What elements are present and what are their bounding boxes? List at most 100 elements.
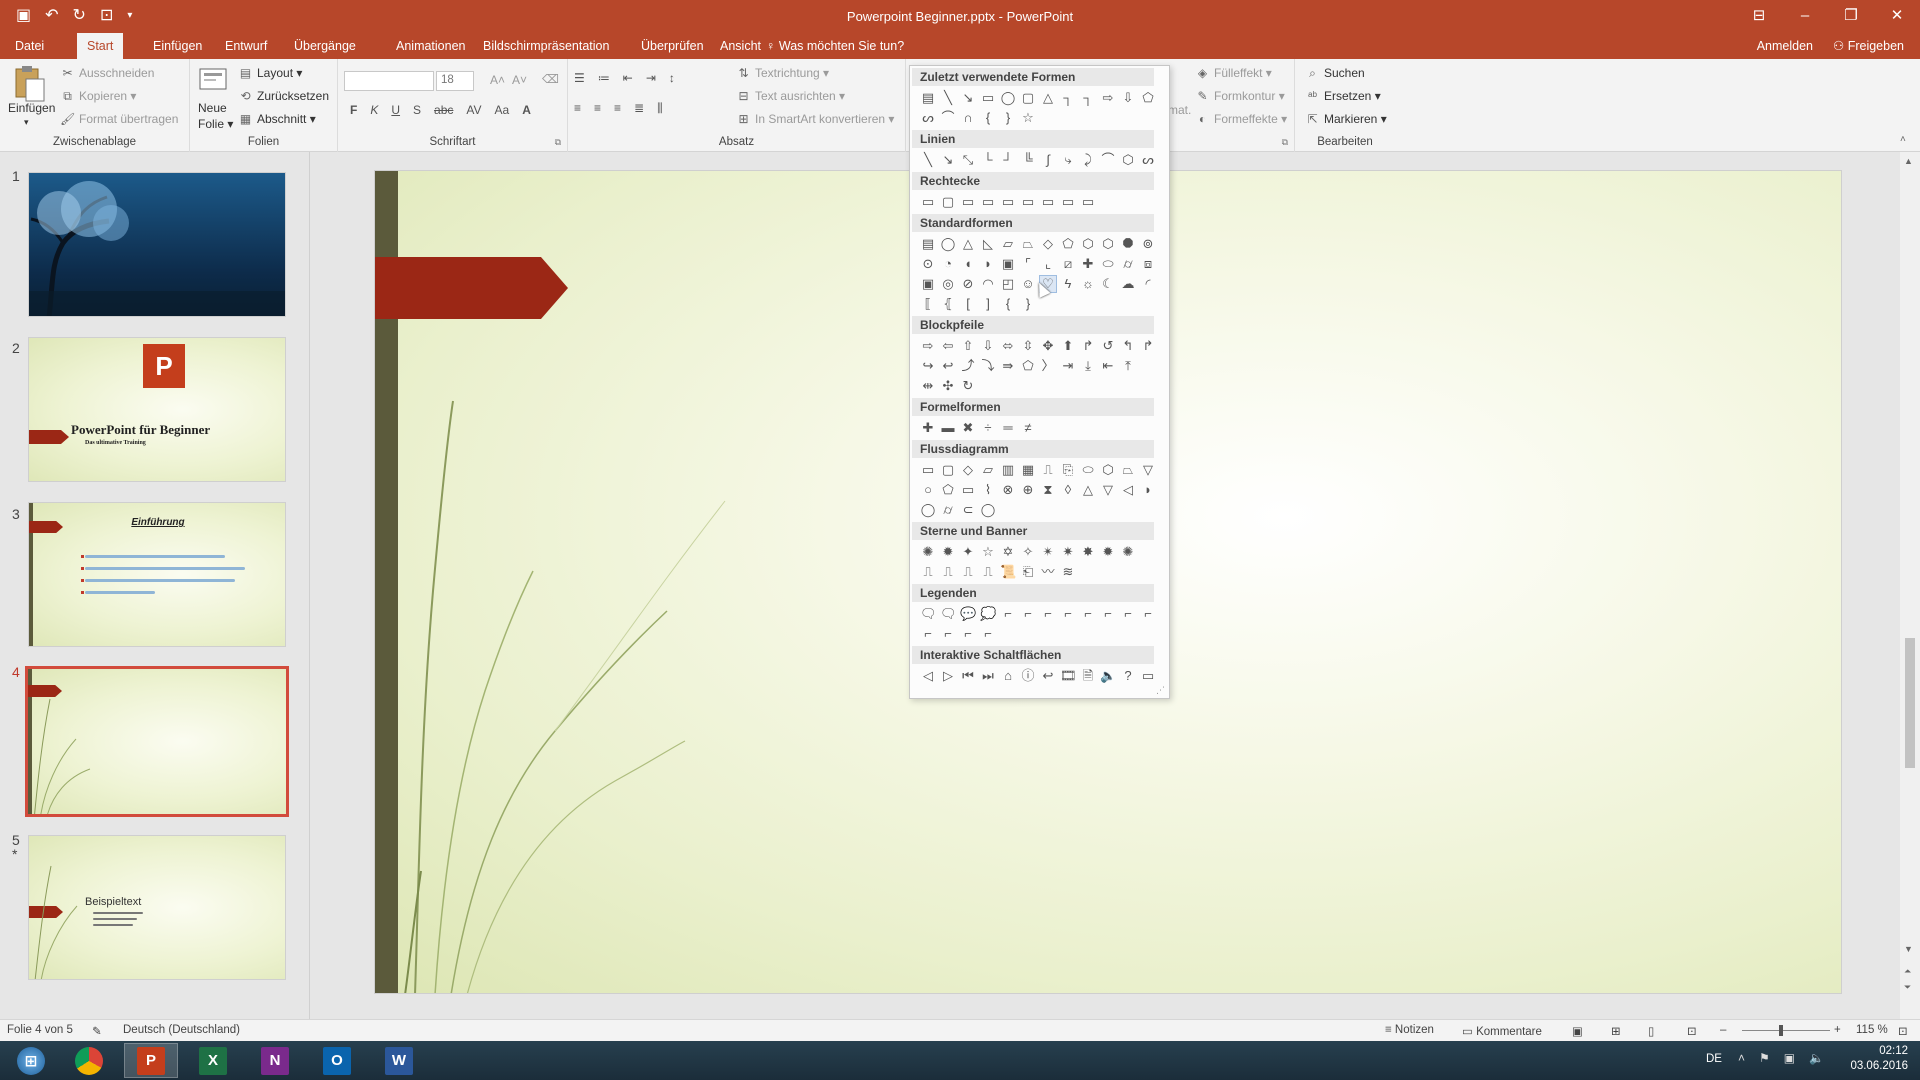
- collapse-ribbon-icon[interactable]: ˄: [1900, 134, 1906, 145]
- wave-icon[interactable]: 〰: [1040, 564, 1056, 580]
- slide-thumbnail-5[interactable]: Beispieltext: [28, 835, 286, 980]
- display-icon[interactable]: ◯: [980, 502, 996, 518]
- reset-button[interactable]: ⟲ Zurücksetzen: [238, 89, 329, 103]
- curve-icon[interactable]: ⌒: [940, 110, 956, 126]
- tab-animationen[interactable]: Animationen: [386, 33, 476, 59]
- taskbar-excel[interactable]: X: [186, 1043, 240, 1078]
- select-button[interactable]: ⇱ Markieren ▾: [1305, 112, 1386, 126]
- justify-icon[interactable]: ≣: [634, 101, 644, 116]
- snip-corner-icon[interactable]: ▭: [960, 194, 976, 210]
- line-callout-11-icon[interactable]: ⌐: [960, 626, 976, 642]
- char-spacing-button[interactable]: AV: [466, 103, 481, 117]
- round-diagonal-icon[interactable]: ▭: [1080, 194, 1096, 210]
- language-indicator[interactable]: Deutsch (Deutschland): [123, 1024, 240, 1036]
- elbow-double-arrow-icon[interactable]: ╚: [1020, 152, 1036, 168]
- manual-input-icon[interactable]: ⏢: [1120, 462, 1136, 478]
- font-dialog-launcher-icon[interactable]: ⧉: [555, 137, 561, 148]
- tab-einfuegen[interactable]: Einfügen: [143, 33, 212, 59]
- find-button[interactable]: ⌕ Suchen: [1305, 66, 1365, 81]
- signin-link[interactable]: Anmelden: [1757, 33, 1813, 59]
- oval-callout-icon[interactable]: 💬: [960, 606, 976, 622]
- card-icon[interactable]: ▭: [960, 482, 976, 498]
- folded-corner-icon[interactable]: ◰: [1000, 276, 1016, 292]
- scroll-up-icon[interactable]: ▲: [1904, 156, 1913, 166]
- cloud-icon[interactable]: ☁: [1120, 276, 1136, 292]
- clock[interactable]: 02:12 03.06.2016: [1850, 1044, 1908, 1074]
- diamond-icon[interactable]: ◇: [1040, 236, 1056, 252]
- triangle-icon[interactable]: △: [960, 236, 976, 252]
- explosion-icon[interactable]: ✺: [920, 544, 936, 560]
- taskbar-powerpoint[interactable]: P: [124, 1043, 178, 1078]
- snip-diagonal-icon[interactable]: ▭: [1000, 194, 1016, 210]
- layout-button[interactable]: ▤ Layout ▾: [238, 66, 303, 80]
- direct-storage-icon[interactable]: ⊂: [960, 502, 976, 518]
- snip-round-icon[interactable]: ▭: [1020, 194, 1036, 210]
- terminator-icon[interactable]: ⬭: [1080, 462, 1096, 478]
- elbow-arrow-icon[interactable]: ┘: [1000, 152, 1016, 168]
- parallelogram-icon[interactable]: ▱: [1000, 236, 1016, 252]
- tab-entwurf[interactable]: Entwurf: [215, 33, 277, 59]
- replace-button[interactable]: ᵃᵇ Ersetzen ▾: [1305, 89, 1381, 103]
- collate-icon[interactable]: ⧗: [1040, 482, 1056, 498]
- block-arc-icon[interactable]: ◠: [980, 276, 996, 292]
- equal-icon[interactable]: ═: [1000, 420, 1016, 436]
- minimize-icon[interactable]: –: [1782, 0, 1828, 33]
- or-icon[interactable]: ⊕: [1020, 482, 1036, 498]
- comments-button[interactable]: ▭ Kommentare: [1462, 1024, 1542, 1038]
- new-slide-label-1[interactable]: Neue: [198, 101, 227, 115]
- six-point-star-icon[interactable]: ✡: [1000, 544, 1016, 560]
- bent-up-arrow-icon[interactable]: ↱: [1140, 338, 1156, 354]
- change-case-button[interactable]: Aa: [495, 103, 510, 117]
- slide-thumbnail-4[interactable]: [25, 666, 289, 817]
- shrink-font-icon[interactable]: A˅: [512, 73, 527, 87]
- align-center-icon[interactable]: ≡: [594, 101, 601, 116]
- vertical-scrollbar[interactable]: ▲ ▼ ⏶ ⏷: [1900, 152, 1920, 1019]
- decrease-indent-icon[interactable]: ⇤: [623, 71, 633, 85]
- cut-button[interactable]: ✂ Ausschneiden: [60, 66, 154, 80]
- right-triangle-icon[interactable]: ◺: [980, 236, 996, 252]
- zoom-slider-knob[interactable]: [1779, 1025, 1783, 1036]
- align-text-button[interactable]: ⊟ Text ausrichten ▾: [736, 89, 845, 103]
- curved-down-arrow-icon[interactable]: ⤵: [980, 358, 996, 374]
- document-icon[interactable]: ⎍: [1040, 462, 1056, 478]
- rounded-rect-icon[interactable]: ▢: [1020, 90, 1036, 106]
- font-name-input[interactable]: [344, 71, 434, 91]
- line-callout-7-icon[interactable]: ⌐: [1120, 606, 1136, 622]
- star-icon[interactable]: ☆: [1020, 110, 1036, 126]
- tab-ansicht[interactable]: Ansicht: [710, 33, 771, 59]
- pentagon-arrow-icon[interactable]: ⬠: [1020, 358, 1036, 374]
- shape-outline-button[interactable]: ✎ Formkontur ▾: [1195, 89, 1284, 103]
- five-point-star-icon[interactable]: ☆: [980, 544, 996, 560]
- action-sound-icon[interactable]: 🔈: [1100, 668, 1116, 684]
- explosion-2-icon[interactable]: ✹: [940, 544, 956, 560]
- elbow-connector-icon[interactable]: ┐: [1060, 90, 1076, 106]
- left-brace-icon[interactable]: {: [980, 110, 996, 126]
- close-icon[interactable]: ✕: [1874, 0, 1920, 33]
- arc-icon[interactable]: ◜: [1140, 276, 1156, 292]
- taskbar-onenote[interactable]: N: [248, 1043, 302, 1078]
- right-callout-arrow-icon[interactable]: ⇥: [1060, 358, 1076, 374]
- manual-operation-icon[interactable]: ▽: [1140, 462, 1156, 478]
- section-button[interactable]: ▦ Abschnitt ▾: [238, 112, 316, 126]
- circular-arrow-icon[interactable]: ↻: [960, 378, 976, 394]
- magnetic-disk-icon[interactable]: ⌭: [940, 502, 956, 518]
- line-callout-12-icon[interactable]: ⌐: [980, 626, 996, 642]
- right-arrow-icon[interactable]: ⇨: [1100, 90, 1116, 106]
- right-brace-icon[interactable]: }: [1000, 110, 1016, 126]
- line-callout-2-icon[interactable]: ⌐: [1020, 606, 1036, 622]
- cloud-callout-icon[interactable]: 💭: [980, 606, 996, 622]
- l-shape-icon[interactable]: ⌞: [1040, 256, 1056, 272]
- slide-thumbnail-3[interactable]: Einführung: [28, 502, 286, 647]
- snip-same-side-icon[interactable]: ▭: [980, 194, 996, 210]
- numbering-icon[interactable]: ≔: [598, 71, 610, 85]
- summing-junction-icon[interactable]: ⊗: [1000, 482, 1016, 498]
- tab-uebergaenge[interactable]: Übergänge: [284, 33, 366, 59]
- line-callout-5-icon[interactable]: ⌐: [1080, 606, 1096, 622]
- action-forward-icon[interactable]: ▷: [940, 668, 956, 684]
- line-callout-9-icon[interactable]: ⌐: [920, 626, 936, 642]
- right-arrow-icon[interactable]: ⇨: [920, 338, 936, 354]
- twentyfour-point-star-icon[interactable]: ✺: [1120, 544, 1136, 560]
- pie-icon[interactable]: ◔: [940, 256, 956, 272]
- line-callout-8-icon[interactable]: ⌐: [1140, 606, 1156, 622]
- paste-icon[interactable]: [12, 65, 46, 102]
